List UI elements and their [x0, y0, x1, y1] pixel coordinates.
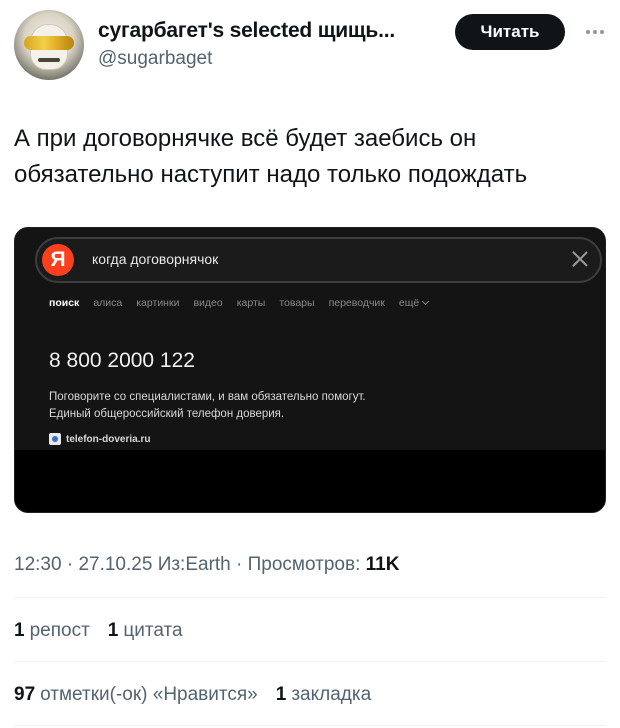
dot	[593, 30, 597, 34]
search-query-text: когда договорнячок	[92, 251, 219, 267]
tab-more: ещё	[398, 297, 430, 309]
tweet-source: Из:Earth	[157, 554, 231, 575]
result-description: Поговорите со специалистами, и вам обяза…	[49, 389, 509, 423]
tab-video: видео	[193, 297, 223, 309]
result-description-line: Единый общероссийский телефон доверия.	[49, 408, 285, 420]
author-handle[interactable]: @sugarbaget	[98, 48, 212, 70]
tweet-text: А при договорнячке всё будет заебись он …	[14, 125, 528, 188]
tab-images: картинки	[136, 297, 180, 309]
search-screenshot: Я когда договорнячок поиск алиса картинк…	[15, 228, 605, 450]
dot	[586, 30, 590, 34]
search-bar: Я когда договорнячок	[35, 237, 602, 283]
views-count: 11K	[365, 554, 400, 575]
result-site: telefon-doveria.ru	[49, 433, 150, 445]
search-tabs: поиск алиса картинки видео карты товары …	[49, 297, 430, 309]
tab-search: поиск	[49, 297, 80, 309]
result-site-url: telefon-doveria.ru	[66, 433, 151, 445]
close-icon	[567, 246, 593, 272]
likes-link[interactable]: 97 отметки(-ок) «Нравится»	[14, 684, 258, 706]
quotes-count: 1	[107, 620, 119, 641]
divider	[14, 661, 606, 662]
tab-goods: товары	[279, 297, 315, 309]
tab-alice: алиса	[93, 297, 123, 309]
mustache-shape	[38, 58, 60, 62]
goggles-shape	[24, 36, 74, 50]
tweet-media-image[interactable]: Я когда договорнячок поиск алиса картинк…	[14, 227, 606, 513]
reposts-label: репост	[29, 620, 90, 641]
author-avatar[interactable]	[14, 10, 84, 80]
display-name-row[interactable]: сугарбагет's selected щищь...	[98, 18, 395, 44]
likes-label: отметки(-ок) «Нравится»	[40, 684, 258, 705]
divider	[14, 725, 606, 726]
reposts-quotes-row: 1 репост 1 цитата	[14, 620, 195, 642]
bookmarks-count: 1	[275, 684, 287, 705]
meta-separator: ·	[66, 554, 79, 575]
author-display-name[interactable]: сугарбагет's selected щищь...	[98, 19, 395, 43]
quotes-label: цитата	[123, 620, 183, 641]
likes-bookmarks-row: 97 отметки(-ок) «Нравится» 1 закладка	[14, 684, 383, 706]
result-description-line: Поговорите со специалистами, и вам обяза…	[49, 391, 366, 403]
divider	[14, 597, 606, 598]
tab-more-label: ещё	[398, 297, 420, 309]
quotes-link[interactable]: 1 цитата	[108, 620, 183, 642]
tweet-header: сугарбагет's selected щищь... @sugarbage…	[0, 0, 620, 90]
tweet-time[interactable]: 12:30	[14, 554, 62, 575]
tab-translator: переводчик	[328, 297, 385, 309]
more-horizontal-icon[interactable]	[582, 22, 608, 42]
meta-separator: ·	[236, 554, 248, 575]
site-favicon-icon	[49, 433, 61, 445]
reposts-count: 1	[14, 620, 25, 641]
tweet-meta: 12:30 · 27.10.25 Из:Earth · Просмотров: …	[14, 554, 399, 576]
bookmarks-label: закладка	[291, 684, 372, 705]
dot	[600, 30, 604, 34]
yandex-logo-icon: Я	[42, 244, 74, 276]
likes-count: 97	[14, 684, 36, 705]
chevron-down-icon	[422, 297, 430, 306]
bookmarks-link[interactable]: 1 закладка	[276, 684, 371, 706]
follow-button[interactable]: Читать	[455, 14, 565, 50]
reposts-link[interactable]: 1 репост	[14, 620, 90, 642]
result-phone-number: 8 800 2000 122	[49, 349, 195, 372]
tab-maps: карты	[236, 297, 266, 309]
tweet-date[interactable]: 27.10.25	[78, 554, 152, 575]
views-label: Просмотров:	[247, 554, 361, 575]
